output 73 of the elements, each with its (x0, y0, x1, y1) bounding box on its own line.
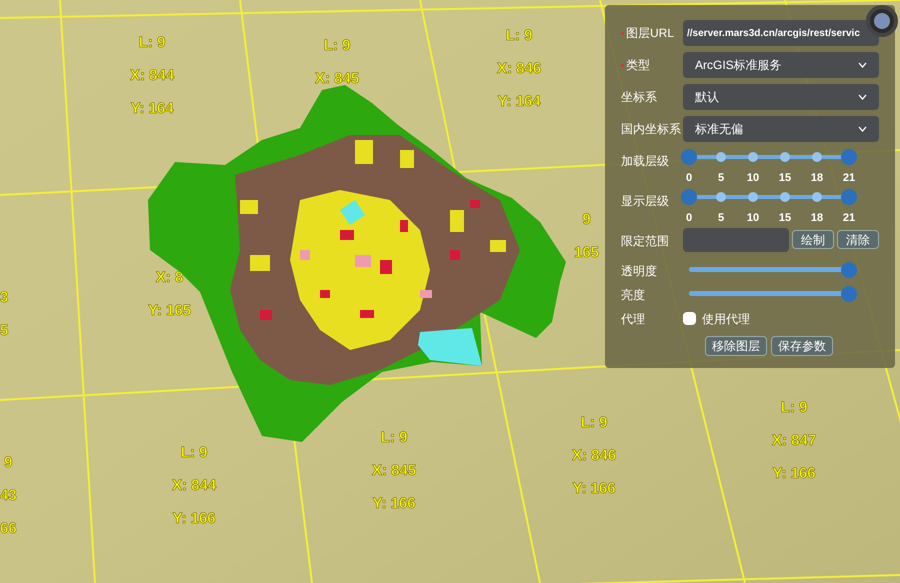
tile-label: Y: 166 (172, 511, 216, 526)
tile-label: 9 (582, 212, 591, 227)
toolbar-button[interactable]: 绘制 (792, 230, 834, 249)
field-label: 亮度 (621, 287, 645, 304)
slider-mark-label: 18 (810, 211, 824, 226)
slider-mark-label: 0 (686, 171, 692, 186)
slider-mark-label: 10 (746, 171, 760, 186)
tile-label: 43 (0, 488, 17, 503)
slider-thumb[interactable] (841, 262, 857, 278)
tile-label: 3 (0, 290, 8, 305)
slider-thumb[interactable] (841, 189, 857, 205)
slider-mark-label: 18 (810, 171, 824, 186)
field-label: 类型 (626, 57, 650, 74)
range-slider[interactable] (683, 149, 855, 165)
slider-thumb[interactable] (681, 189, 697, 205)
slider-mark-label: 21 (842, 171, 856, 186)
slider-thumb[interactable] (841, 149, 857, 165)
slider-mark-label: 0 (686, 211, 692, 226)
field-label: 坐标系 (621, 89, 657, 106)
tile-label: X: 846 (497, 61, 542, 76)
slider-mark-label: 15 (778, 211, 792, 226)
slider-mark-label: 5 (718, 171, 724, 186)
range-slider[interactable] (683, 189, 855, 205)
tile-label: Y: 166 (572, 481, 616, 496)
tile-label: X: 844 (172, 478, 216, 493)
caret-icon (858, 94, 867, 100)
select-field[interactable]: 标准无偏 (683, 116, 879, 142)
slider-mark-label: 21 (842, 211, 856, 226)
select-field[interactable]: 默认 (683, 84, 879, 110)
slider-thumb[interactable] (841, 286, 857, 302)
tile-label: L: 9 (138, 35, 166, 50)
slider-mark-label: 10 (746, 211, 760, 226)
tile-label: L: 9 (580, 415, 608, 430)
tile-label: Y: 165 (148, 303, 192, 318)
tile-label: L: 9 (506, 28, 532, 43)
caret-icon (858, 62, 867, 68)
action-button[interactable]: 保存参数 (771, 336, 833, 356)
slider-mark-label: 5 (718, 211, 724, 226)
slider-thumb[interactable] (681, 149, 697, 165)
tile-label: Y: 164 (130, 101, 174, 116)
tile-label: Y: 164 (498, 94, 541, 109)
tile-label: L: 9 (380, 430, 408, 445)
toolbar-button[interactable]: 清除 (837, 230, 879, 249)
field-label: 加载层级 (621, 153, 669, 170)
field-label: 显示层级 (621, 193, 669, 210)
field-label: 图层URL (626, 25, 674, 42)
tile-label: X: 847 (772, 433, 816, 448)
extent-input-field[interactable] (683, 228, 789, 252)
tile-label: 9 (4, 455, 13, 470)
url-input-field[interactable]: //server.mars3d.cn/arcgis/rest/servic (683, 20, 879, 46)
slider-mark-label: 15 (778, 171, 792, 186)
tile-label: X: 846 (572, 448, 616, 463)
tile-label: Y: 166 (372, 496, 416, 511)
tile-label: 5 (0, 323, 8, 338)
field-label: 国内坐标系 (621, 121, 681, 138)
checkbox[interactable] (683, 312, 696, 325)
tile-label: L: 9 (324, 38, 350, 53)
tile-label: L: 9 (780, 400, 808, 415)
tile-label: X: 845 (315, 71, 360, 86)
field-label: 透明度 (621, 263, 657, 280)
field-label: 限定范围 (621, 233, 669, 250)
action-button[interactable]: 移除图层 (705, 336, 767, 356)
tile-label: 66 (0, 521, 17, 536)
tile-label: Y: 166 (772, 466, 816, 481)
tile-label: X: 844 (130, 68, 174, 83)
checkbox-label: 使用代理 (702, 311, 750, 328)
caret-icon (858, 126, 867, 132)
tile-label: X: 845 (372, 463, 416, 478)
tile-label: 165 (574, 245, 600, 260)
field-label: 代理 (621, 311, 645, 328)
tile-label: X: 8 (156, 270, 184, 285)
tile-label: L: 9 (180, 445, 208, 460)
select-field[interactable]: ArcGIS标准服务 (683, 52, 879, 78)
